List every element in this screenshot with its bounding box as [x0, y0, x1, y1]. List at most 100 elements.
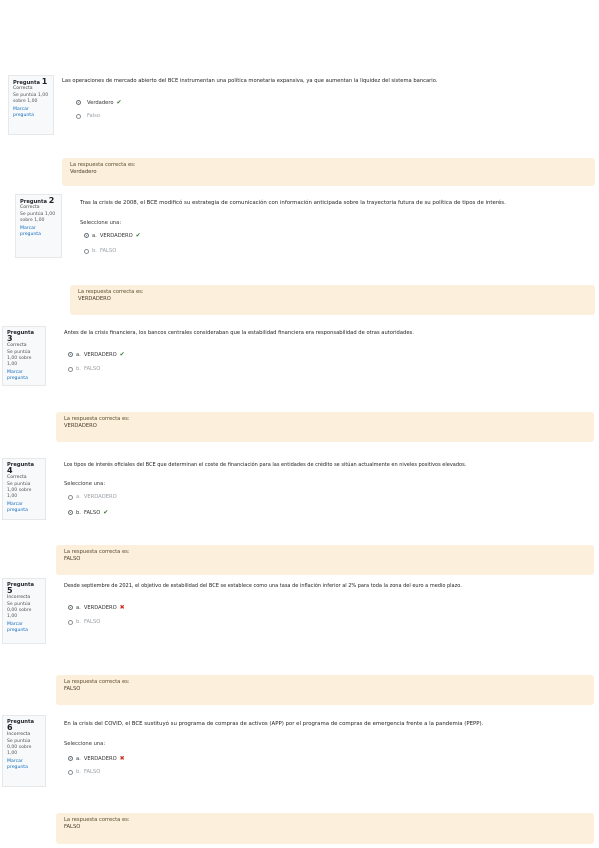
question-grade: Se puntúa 1,00 sobre 1,00 — [7, 482, 32, 499]
feedback-answer: FALSO — [64, 556, 81, 562]
option-letter: b. — [76, 769, 81, 775]
question-info-2: Pregunta 2 Correcta Se puntúa 1,00 sobre… — [15, 194, 62, 258]
option-label: Verdadero — [87, 99, 114, 106]
question-text: Antes de la crisis financiera, los banco… — [64, 330, 414, 336]
correct-answer-feedback: La respuesta correcta es: FALSO — [56, 813, 594, 844]
correct-answer-feedback: La respuesta correcta es: FALSO — [56, 545, 594, 575]
question-number: 3 — [7, 334, 13, 343]
question-grade: Se puntúa 0,00 sobre 1,00 — [7, 739, 32, 756]
question-text: Desde septiembre de 2021, el objetivo de… — [64, 583, 462, 589]
radio-unselected[interactable] — [68, 494, 73, 500]
feedback-label: La respuesta correcta es: — [70, 162, 136, 168]
question-info-1: Pregunta 1 Correcta Se puntúa 1,00 sobre… — [8, 75, 54, 135]
feedback-answer: VERDADERO — [78, 296, 111, 302]
answer-option-a[interactable]: a. VERDADERO ✔ — [68, 351, 125, 358]
question-state: Correcta — [7, 343, 27, 348]
answer-option-true[interactable]: Verdadero ✔ — [76, 99, 122, 106]
option-letter: b. — [76, 619, 81, 625]
flag-question-link[interactable]: Marcar pregunta — [13, 107, 49, 119]
flag-question-link[interactable]: Marcar pregunta — [7, 370, 41, 382]
incorrect-cross-icon: ✖ — [119, 604, 125, 611]
option-label: VERDADERO — [83, 351, 117, 358]
question-text: Las operaciones de mercado abierto del B… — [62, 78, 438, 84]
question-state: Incorrecta — [7, 732, 31, 737]
option-letter: a. — [76, 604, 81, 611]
radio-unselected[interactable] — [84, 248, 89, 254]
question-info-6: Pregunta 6 Incorrecta Se puntúa 0,00 sob… — [2, 715, 46, 787]
feedback-answer: Verdadero — [70, 169, 97, 175]
option-label: VERDADERO — [83, 604, 117, 611]
question-number: 2 — [48, 196, 55, 205]
answer-option-b[interactable]: b. FALSO — [68, 366, 100, 372]
answer-option-false[interactable]: Falso — [76, 113, 100, 119]
select-one-prompt: Seleccione una: — [80, 220, 122, 226]
select-one-prompt: Seleccione una: — [64, 741, 106, 747]
question-state: Correcta — [7, 475, 27, 480]
radio-selected[interactable] — [76, 100, 81, 105]
question-grade: Se puntúa 1,00 sobre 1,00 — [13, 93, 49, 104]
correct-check-icon: ✔ — [116, 99, 122, 106]
option-label: Falso — [87, 113, 101, 119]
question-grade: Se puntúa 1,00 sobre 1,00 — [7, 350, 32, 367]
option-label: VERDADERO — [83, 494, 117, 500]
flag-question-link[interactable]: Marcar pregunta — [7, 502, 41, 514]
option-label: FALSO — [83, 619, 101, 625]
answer-option-b[interactable]: b. FALSO ✔ — [68, 509, 108, 516]
answer-option-a[interactable]: a. VERDADERO ✖ — [68, 604, 125, 611]
radio-unselected[interactable] — [68, 769, 73, 775]
radio-unselected[interactable] — [68, 366, 73, 372]
flag-question-link[interactable]: Marcar pregunta — [7, 622, 41, 634]
correct-answer-feedback: La respuesta correcta es: FALSO — [56, 675, 594, 705]
feedback-label: La respuesta correcta es: — [64, 679, 130, 685]
option-letter: a. — [92, 232, 97, 239]
option-label: FALSO — [83, 769, 101, 775]
question-number: 6 — [7, 723, 13, 732]
correct-check-icon: ✔ — [103, 509, 109, 516]
correct-check-icon: ✔ — [135, 232, 141, 239]
radio-unselected[interactable] — [76, 113, 81, 119]
feedback-label: La respuesta correcta es: — [64, 549, 130, 555]
question-number: 5 — [7, 586, 13, 595]
question-state: Correcta — [20, 205, 40, 210]
option-label: FALSO — [83, 366, 101, 372]
option-label: VERDADERO — [99, 232, 133, 239]
answer-option-a[interactable]: a. VERDADERO — [68, 494, 117, 500]
incorrect-cross-icon: ✖ — [119, 755, 125, 762]
question-text: Los tipos de interés oficiales del BCE q… — [64, 462, 467, 468]
question-number: 4 — [7, 466, 13, 475]
option-letter: a. — [76, 351, 81, 358]
option-label: FALSO — [83, 509, 101, 516]
option-label: VERDADERO — [83, 755, 117, 762]
correct-answer-feedback: La respuesta correcta es: VERDADERO — [56, 412, 594, 442]
question-number: 1 — [41, 77, 48, 86]
answer-option-a[interactable]: a. VERDADERO ✖ — [68, 755, 125, 762]
option-letter: b. — [76, 366, 81, 372]
option-letter: a. — [76, 755, 81, 762]
radio-selected[interactable] — [68, 605, 73, 610]
feedback-answer: VERDADERO — [64, 423, 97, 429]
option-letter: a. — [76, 494, 81, 500]
question-grade: Se puntúa 0,00 sobre 1,00 — [7, 602, 32, 619]
feedback-label: La respuesta correcta es: — [64, 416, 130, 422]
answer-option-a[interactable]: a. VERDADERO ✔ — [84, 232, 141, 239]
question-state: Correcta — [13, 86, 33, 91]
answer-option-b[interactable]: b. FALSO — [68, 619, 100, 625]
question-info-3: Pregunta 3 Correcta Se puntúa 1,00 sobre… — [2, 326, 46, 386]
feedback-answer: FALSO — [64, 686, 81, 692]
radio-selected[interactable] — [68, 352, 73, 357]
flag-question-link[interactable]: Marcar pregunta — [7, 759, 41, 771]
radio-selected[interactable] — [68, 756, 73, 761]
flag-question-link[interactable]: Marcar pregunta — [20, 226, 57, 238]
question-text: En la crisis del COVID, el BCE sustituyó… — [64, 721, 484, 727]
answer-option-b[interactable]: b. FALSO — [84, 248, 116, 254]
correct-answer-feedback: La respuesta correcta es: VERDADERO — [70, 285, 595, 315]
radio-selected[interactable] — [68, 510, 73, 515]
feedback-answer: FALSO — [64, 824, 81, 830]
question-info-5: Pregunta 5 Incorrecta Se puntúa 0,00 sob… — [2, 578, 46, 644]
question-text: Tras la crisis de 2008, el BCE modificó … — [80, 200, 506, 206]
select-one-prompt: Seleccione una: — [64, 481, 106, 487]
radio-selected[interactable] — [84, 233, 89, 238]
feedback-label: La respuesta correcta es: — [78, 289, 144, 295]
answer-option-b[interactable]: b. FALSO — [68, 769, 100, 775]
radio-unselected[interactable] — [68, 619, 73, 625]
